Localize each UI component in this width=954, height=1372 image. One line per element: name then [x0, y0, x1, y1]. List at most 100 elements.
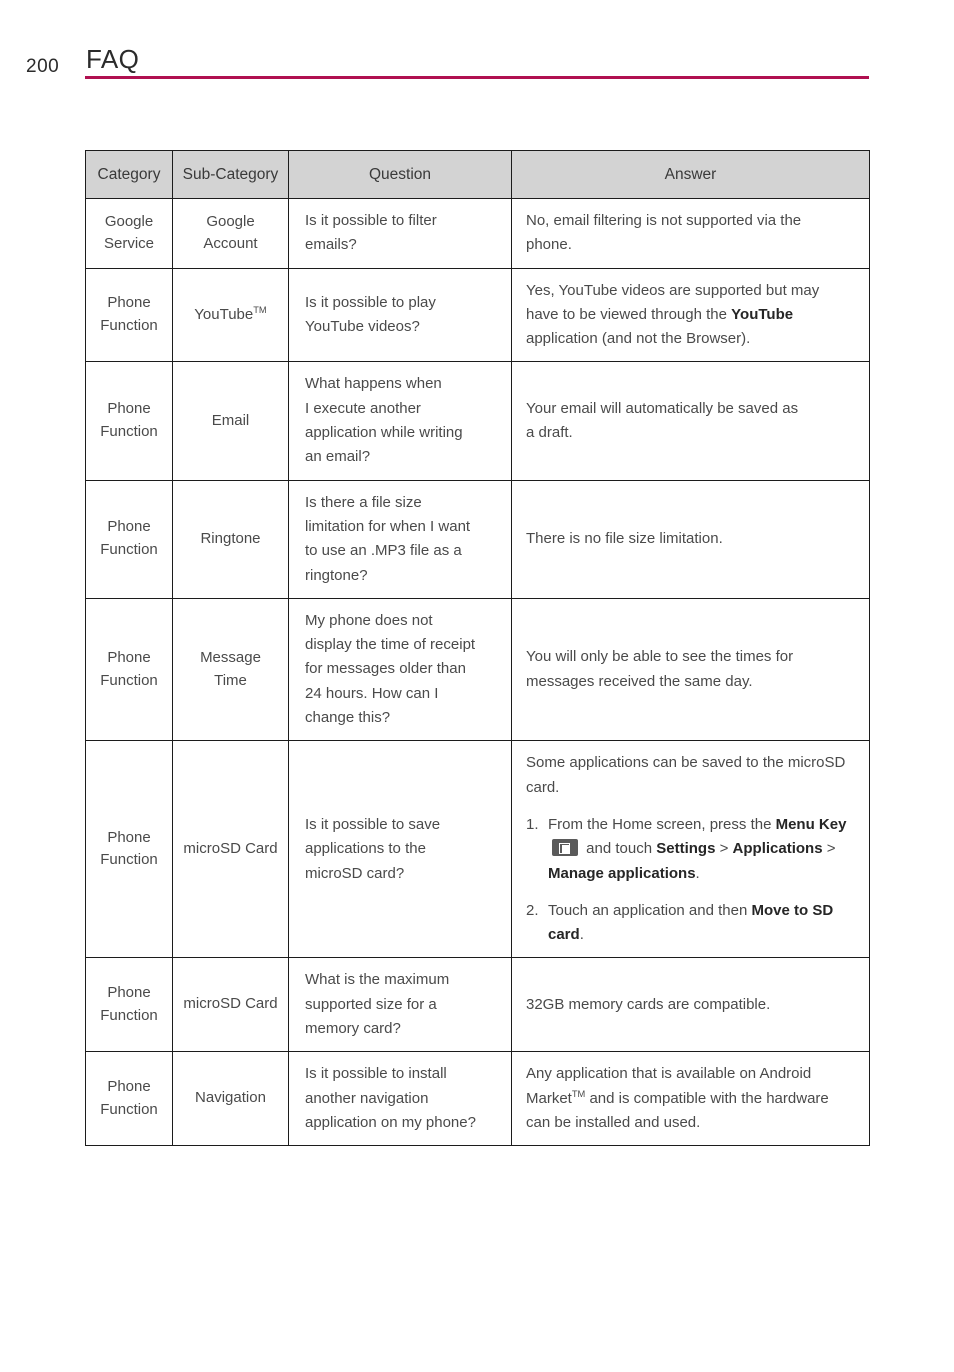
text-line: Function [100, 541, 158, 559]
cell-question: My phone does not display the time of rec… [288, 597, 512, 742]
text-line: microSD card? [305, 864, 405, 882]
text-line: Phone [107, 984, 151, 1002]
text-line: limitation for when I want [305, 517, 471, 535]
column-header-answer: Answer [511, 150, 870, 199]
text-line: Ringtone [200, 529, 261, 547]
cell-category: Phone Function [85, 361, 173, 481]
text-line: Service [103, 235, 155, 253]
text-line: Function [100, 1100, 158, 1118]
text-line: change this? [305, 709, 391, 727]
text-line: application on my phone? [305, 1113, 476, 1131]
cell-answer: Any application that is available on And… [511, 1051, 870, 1147]
text-line: Phone [107, 648, 151, 666]
cell-subcategory: Message Time [172, 597, 289, 742]
text-line: application while writing [305, 424, 463, 442]
table-row: Phone Function Email What happens when I exe… [85, 361, 870, 481]
cell-question: Is it possible to install another navigat… [288, 1051, 512, 1147]
cell-subcategory: Email [172, 361, 289, 481]
text-line: Phone [107, 294, 151, 312]
text-line: another navigation [305, 1089, 429, 1107]
text-line: You will only be able to see the times f… [526, 648, 794, 666]
step-number: 1. [526, 815, 539, 833]
text-line: microSD Card [183, 995, 278, 1013]
menu-key-icon [552, 839, 578, 857]
text-line: Phone [107, 400, 151, 418]
text-line: No, email filtering is not supported via… [526, 212, 802, 229]
table-row: Phone Function Message Time My phone does no… [85, 597, 870, 742]
cell-answer: Your email will automatically be saved a… [511, 361, 870, 481]
text-line: Function [100, 1006, 158, 1024]
page-header: 200 FAQ [0, 44, 954, 90]
answer-step: 1. From the Home screen, press the Menu K… [526, 813, 855, 886]
text-line: Account [203, 235, 258, 253]
cell-category: Phone Function [85, 479, 173, 599]
text-line: Is there a file size [305, 493, 422, 511]
text-line: for messages older than [305, 660, 466, 678]
text-line: Your email will automatically be saved a… [526, 399, 799, 417]
text-line: microSD Card [183, 839, 278, 857]
text-line: 32GB memory cards are compatible. [526, 995, 771, 1013]
page-title: FAQ [86, 44, 140, 74]
text-line: emails? [305, 236, 357, 254]
text-line: phone. [526, 236, 572, 254]
text-line: Is it possible to filter [305, 212, 437, 229]
table-row: Google Service Google Account Is it possible… [85, 198, 870, 269]
cell-question: Is it possible to play YouTube videos? [288, 267, 512, 363]
cell-subcategory: Navigation [172, 1051, 289, 1147]
page-number: 200 [26, 56, 60, 77]
text-line: What is the maximum [305, 971, 450, 989]
cell-answer: You will only be able to see the times f… [511, 597, 870, 742]
cell-category: Phone Function [85, 740, 173, 959]
text-line: There is no file size limitation. [526, 530, 723, 548]
text-line: Navigation [195, 1089, 266, 1107]
text-line: to use an .MP3 file as a [305, 542, 462, 560]
table-head: Category Sub-Category Question Answer [85, 150, 870, 199]
text-line: Is it possible to save [305, 815, 441, 833]
text-line: memory card? [305, 1020, 401, 1038]
cell-category: Phone Function [85, 267, 173, 363]
text-line: Function [100, 671, 158, 689]
column-header-question: Question [288, 150, 512, 199]
table-row: Phone Function Navigation Is it possible to… [85, 1051, 870, 1147]
text-line: a draft. [526, 424, 573, 442]
column-header-subcategory: Sub-Category [172, 150, 289, 199]
text-line: messages received the same day. [526, 672, 753, 690]
cell-category: Google Service [85, 198, 173, 269]
cell-subcategory: YouTubeTM [172, 267, 289, 363]
answer-step-list: 1. From the Home screen, press the Menu K… [526, 813, 855, 947]
text-line: Google [104, 212, 154, 230]
table-row: Phone Function microSD Card What is the max… [85, 957, 870, 1053]
text-line: Is it possible to install [305, 1065, 447, 1083]
text-line: I execute another [305, 399, 421, 417]
cell-question: Is it possible to save applications to th… [288, 740, 512, 959]
text-line: YouTubeTM [194, 304, 267, 323]
cell-answer: Yes, YouTube videos are supported but ma… [511, 267, 870, 363]
step-number: 2. [526, 901, 539, 919]
cell-question: Is there a file size limitation for when … [288, 479, 512, 599]
text-line: Function [100, 317, 158, 335]
answer-text: Yes, YouTube videos are supported but ma… [526, 281, 820, 348]
text-line: supported size for a [305, 995, 437, 1013]
cell-question: What happens when I execute another applic… [288, 361, 512, 481]
cell-subcategory: Ringtone [172, 479, 289, 599]
text-line: an email? [305, 448, 371, 466]
text-line: 24 hours. How can I [305, 684, 439, 702]
text-line: display the time of receipt [305, 636, 476, 654]
text-line: Function [100, 423, 158, 441]
column-header-category: Category [85, 150, 173, 199]
text-line: ringtone? [305, 566, 368, 584]
text-line: Phone [107, 1077, 151, 1095]
text-line: Message [200, 648, 261, 666]
cell-category: Phone Function [85, 1051, 173, 1147]
cell-answer: 32GB memory cards are compatible. [511, 957, 870, 1053]
cell-subcategory: microSD Card [172, 957, 289, 1053]
answer-text: Any application that is available on And… [526, 1065, 829, 1131]
text-line: Function [100, 851, 158, 869]
text-line: Phone [107, 518, 151, 536]
cell-category: Phone Function [85, 957, 173, 1053]
text-line: Is it possible to play [305, 293, 436, 311]
cell-answer: No, email filtering is not supported via… [511, 198, 870, 269]
table-row: Phone Function microSD Card Is it possible … [85, 740, 870, 959]
cell-subcategory: Google Account [172, 198, 289, 269]
text-line: applications to the [305, 840, 426, 858]
